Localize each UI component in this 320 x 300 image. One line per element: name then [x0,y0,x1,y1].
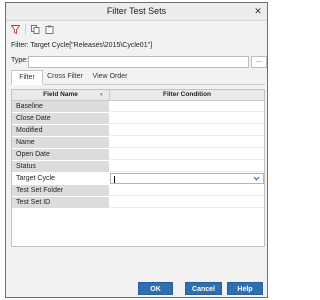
paste-icon[interactable] [44,24,55,35]
field-name-cell: Baseline [12,101,109,112]
header-field-name[interactable]: Field Name [12,90,109,100]
type-row: Type: ... [11,56,267,68]
table-row[interactable]: Test Set ID [12,197,264,209]
table-row[interactable]: Close Date [12,113,264,125]
type-input[interactable] [28,56,249,68]
filter-condition-cell[interactable] [110,161,264,172]
filter-dialog: Filter Test Sets ✕ Filter: Target Cycle[… [5,2,268,298]
field-name-cell: Modified [12,125,109,136]
filter-condition-input[interactable] [110,173,264,184]
copy-icon[interactable] [30,24,41,35]
chevron-down-icon[interactable] [253,175,260,182]
toolbar [10,24,55,36]
filter-condition-cell[interactable] [110,197,264,208]
table-row[interactable]: Test Set Folder [12,185,264,197]
table-row[interactable]: Open Date [12,149,264,161]
close-button[interactable]: ✕ [253,6,263,16]
type-label: Type: [11,57,29,64]
grid-rows: Baseline Close Date Modified Name Open D… [12,101,264,209]
table-row[interactable]: Status [12,161,264,173]
cancel-button[interactable]: Cancel [185,282,222,295]
text-caret [114,176,115,183]
toolbar-separator [25,24,26,35]
filter-condition-cell[interactable] [110,149,264,160]
tab-cross-filter[interactable]: Cross Filter [43,70,87,83]
filter-grid: Field Name Filter Condition ▾ Baseline C… [11,89,265,247]
help-button[interactable]: Help [227,282,263,295]
title-bar: Filter Test Sets ✕ [6,3,267,21]
tab-bar: Filter Cross Filter View Order [11,70,265,85]
filter-condition-cell[interactable] [110,185,264,196]
header-filter-condition[interactable]: Filter Condition [110,90,264,100]
field-name-cell: Name [12,137,109,148]
field-name-cell: Status [12,161,109,172]
filter-condition-cell[interactable] [110,101,264,112]
field-name-cell: Test Set ID [12,197,109,208]
field-name-cell: Close Date [12,113,109,124]
close-icon: ✕ [254,6,262,16]
table-row-active[interactable]: Target Cycle [12,173,264,185]
field-name-cell: Target Cycle [12,173,109,184]
filter-condition-cell[interactable] [110,125,264,136]
table-row[interactable]: Baseline [12,101,264,113]
table-row[interactable]: Name [12,137,264,149]
tab-filter[interactable]: Filter [11,70,43,85]
filter-condition-cell[interactable] [110,137,264,148]
filter-condition-cell[interactable] [110,113,264,124]
sort-indicator-icon: ▾ [100,92,103,98]
tab-view-order[interactable]: View Order [89,70,131,83]
type-browse-button[interactable]: ... [251,56,267,68]
dialog-title: Filter Test Sets [106,6,167,16]
filter-icon[interactable] [10,24,21,35]
filter-summary: Filter: Target Cycle["Releases\2015\Cycl… [11,42,153,49]
grid-header: Field Name Filter Condition ▾ [12,90,264,101]
dialog-buttons: OK Cancel Help [6,282,267,296]
ok-button[interactable]: OK [138,282,173,295]
field-name-cell: Open Date [12,149,109,160]
table-row[interactable]: Modified [12,125,264,137]
field-name-cell: Test Set Folder [12,185,109,196]
